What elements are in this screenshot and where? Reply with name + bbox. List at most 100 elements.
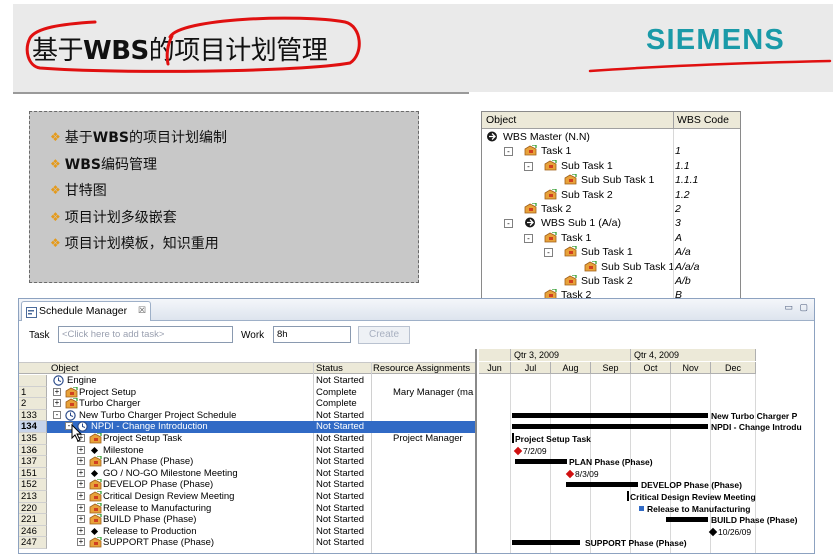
gantt-bar[interactable] (515, 459, 567, 465)
task-status: Not Started (316, 375, 365, 386)
table-row[interactable]: 220 + Release to Manufacturing Not Started (19, 501, 475, 515)
gantt-bar-label: Release to Manufacturing (647, 503, 751, 514)
task-name: GO / NO-GO Milestone Meeting (103, 467, 238, 479)
table-row[interactable]: 2 + Turbo Charger Complete (19, 397, 475, 410)
collapse-toggle[interactable]: - (53, 410, 61, 419)
table-row[interactable]: 134- NPDI - Change Introduction Not Starte… (19, 421, 475, 433)
task-status: Not Started (316, 502, 365, 514)
expand-toggle[interactable]: + (77, 468, 85, 477)
wbs-code: 3 (675, 217, 681, 230)
row-number: 151 (19, 467, 47, 480)
wbs-tree-header: Object WBS Code (482, 112, 740, 129)
wbs-tree-row[interactable]: Task 2 2 (482, 202, 740, 216)
gantt-month-header: Sep (591, 362, 631, 374)
task-input[interactable]: <Click here to add task> (58, 326, 233, 343)
wbs-tree-row[interactable]: Sub Task 2 A/b (482, 274, 740, 288)
expand-toggle[interactable]: + (77, 515, 85, 524)
expand-toggle[interactable]: + (77, 538, 85, 547)
bullet-text: WBS编码管理 (64, 156, 157, 173)
expand-toggle[interactable]: + (77, 480, 85, 489)
work-input[interactable]: 8h (273, 326, 351, 343)
wbs-node-label: WBS Master (N.N) (503, 131, 590, 143)
table-row[interactable]: 135 + Project Setup Task Not Started Project… (19, 432, 475, 445)
milestone-diamond-icon[interactable] (513, 446, 523, 455)
row-number: 133 (19, 409, 47, 422)
window-controls[interactable]: ▭ ▢ (784, 302, 810, 313)
wbs-tree-row[interactable]: Sub Task 2 1.2 (482, 187, 740, 202)
row-number: 246 (19, 525, 47, 538)
collapse-toggle[interactable]: - (504, 219, 513, 229)
table-row[interactable]: 213 + Critical Design Review Meeting Not St… (19, 490, 475, 503)
col-object[interactable]: Object (51, 363, 311, 374)
collapse-toggle[interactable]: - (504, 147, 513, 157)
task-status: Not Started (316, 514, 365, 526)
expand-toggle[interactable]: + (53, 399, 61, 408)
wbs-tree-row[interactable]: Sub Sub Task 1 1.1.1 (482, 173, 740, 187)
collapse-toggle[interactable]: - (524, 233, 533, 243)
table-row[interactable]: 246 + Release to Production Not Started (19, 525, 475, 538)
task-name: Project Setup (79, 386, 137, 398)
milestone-diamond-icon[interactable] (565, 469, 575, 479)
wbs-tree-row[interactable]: - WBS Sub 1 (A/a) 3 (482, 216, 740, 230)
table-row[interactable]: 221 + BUILD Phase (Phase) Not Started (19, 513, 475, 526)
expand-toggle[interactable]: + (77, 492, 85, 500)
bullet-diamond-icon: ❖ (50, 209, 61, 224)
table-row[interactable]: 247 + SUPPORT Phase (Phase) Not Started (19, 536, 475, 549)
schedule-manager-window: Schedule Manager ☒ ▭ ▢ Task <Click here … (18, 298, 815, 554)
expand-toggle[interactable]: + (53, 387, 61, 396)
table-row[interactable]: 136 + Milestone Not Started (19, 444, 475, 457)
wbs-tree-row[interactable]: WBS Master (N.N) (482, 130, 740, 144)
table-row[interactable]: 151 + GO / NO-GO Milestone Meeting Not Star… (19, 467, 475, 480)
gantt-month-header: Nov (671, 362, 711, 374)
wbs-col-object[interactable]: Object (486, 114, 516, 126)
tab-title: Schedule Manager (39, 305, 128, 317)
expand-toggle[interactable]: + (77, 503, 85, 512)
expand-toggle[interactable]: + (77, 457, 85, 466)
task-name: DEVELOP Phase (Phase) (103, 479, 214, 491)
gantt-month-header: Oct (631, 362, 671, 374)
gantt-bar[interactable] (512, 412, 708, 418)
row-number: 213 (19, 491, 47, 503)
gantt-bar-label: 10/26/09 (718, 526, 752, 537)
wbs-code: 1.1.1 (675, 174, 699, 187)
wbs-tree-row[interactable]: - Task 1 1 (482, 144, 740, 158)
expand-toggle[interactable]: + (77, 445, 85, 454)
task-label: Task (29, 330, 50, 341)
gantt-bar[interactable] (512, 540, 580, 546)
wbs-tree-row[interactable]: - Task 1 A (482, 231, 740, 245)
work-label: Work (241, 330, 265, 341)
expand-toggle[interactable]: + (77, 526, 85, 535)
wbs-tree-row[interactable]: - Sub Task 1 1.1 (482, 159, 740, 173)
collapse-toggle[interactable]: - (524, 161, 533, 171)
gantt-bar-label: Project Setup Task (515, 434, 591, 444)
table-row[interactable]: 137 + PLAN Phase (Phase) Not Started (19, 455, 475, 468)
bullet-diamond-icon: ❖ (50, 236, 61, 251)
gantt-bar[interactable] (666, 517, 708, 523)
table-row[interactable]: Engine Not Started (19, 375, 475, 387)
table-row[interactable]: 152 + DEVELOP Phase (Phase) Not Started (19, 478, 475, 491)
wbs-tree-row[interactable]: Sub Sub Task 1 A/a/a (482, 259, 740, 274)
row-number: 2 (19, 398, 47, 410)
table-row[interactable]: 133- New Turbo Charger Project Schedule No… (19, 409, 475, 422)
row-number: 137 (19, 456, 47, 468)
col-resource[interactable]: Resource Assignments (373, 363, 473, 374)
gantt-bar[interactable] (566, 482, 638, 488)
row-number: 135 (19, 433, 47, 445)
tab-schedule-manager[interactable]: Schedule Manager ☒ (21, 301, 151, 321)
task-status: Not Started (316, 525, 365, 537)
gantt-bar[interactable] (512, 424, 708, 430)
task-status: Complete (316, 398, 357, 410)
row-number: 220 (19, 502, 47, 515)
gantt-bar[interactable] (639, 505, 644, 511)
close-icon[interactable]: ☒ (138, 305, 146, 316)
wbs-code: A/a/a (675, 260, 700, 273)
collapse-toggle[interactable]: - (544, 248, 553, 258)
wbs-tree-row[interactable]: - Sub Task 1 A/a (482, 245, 740, 259)
gantt-month-header: Jun (479, 362, 511, 374)
gantt-bar-label: BUILD Phase (Phase) (711, 515, 798, 526)
create-button[interactable]: Create (358, 326, 410, 344)
wbs-node-label: Task 2 (541, 203, 572, 215)
task-name: Release to Production (103, 525, 197, 537)
wbs-col-code[interactable]: WBS Code (677, 114, 729, 126)
table-row[interactable]: 1 + Project Setup Complete Mary Manager (ma (19, 385, 475, 399)
